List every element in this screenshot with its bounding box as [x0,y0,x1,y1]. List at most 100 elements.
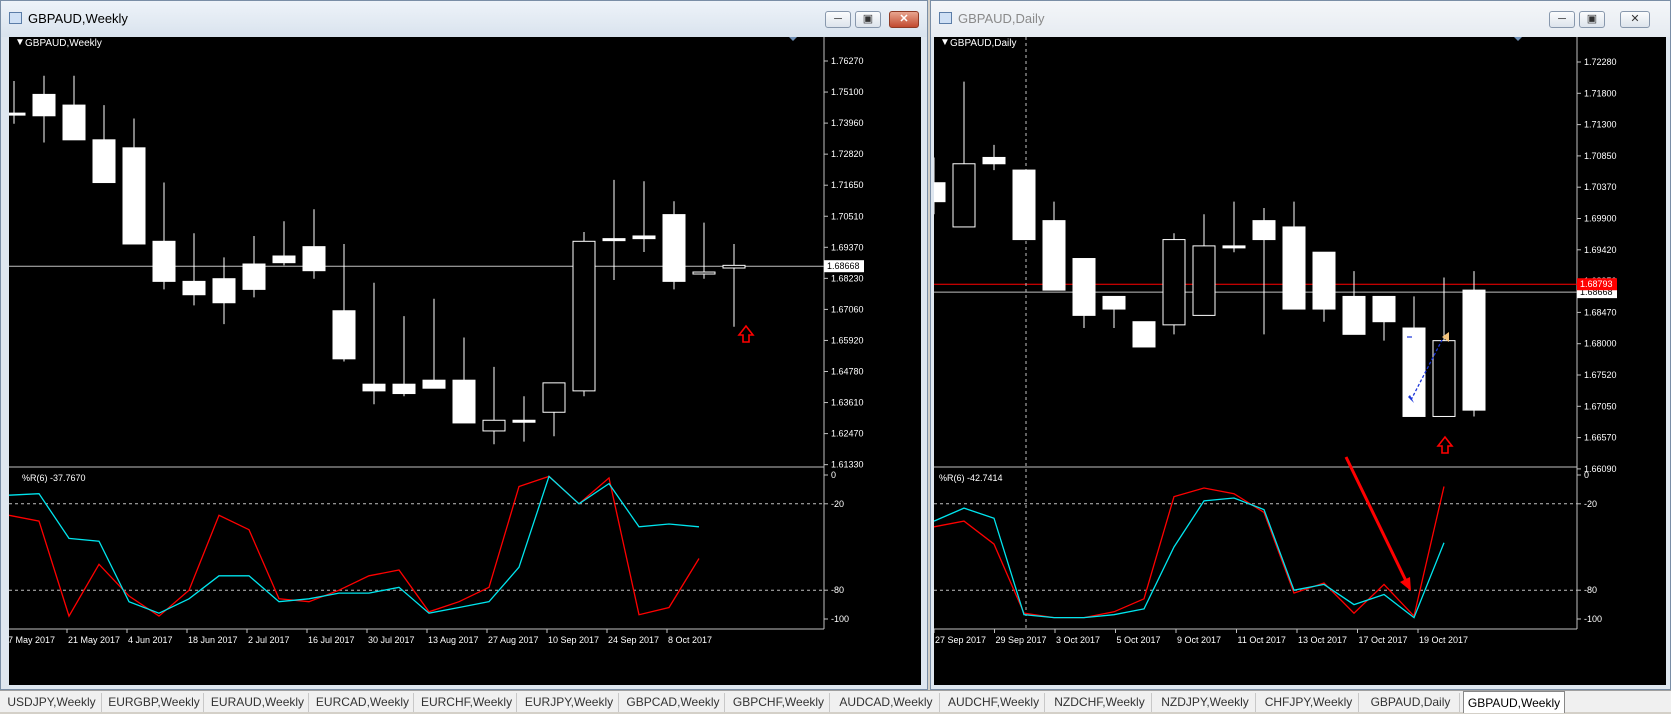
minimize-button[interactable]: ─ [825,11,851,28]
candle-body [1402,327,1426,417]
candle-body [482,419,506,432]
tab-eurchf-weekly[interactable]: EURCHF,Weekly [417,693,517,712]
candle-body [212,278,236,304]
wpr-level-label: -100 [1584,614,1602,624]
indicator-label: %R(6) -42.7414 [939,473,1003,483]
chart-window-icon [939,12,952,24]
tab-audcad-weekly[interactable]: AUDCAD,Weekly [833,693,940,712]
price-tick-label: 1.73960 [831,118,864,128]
chart-symbol-label: GBPAUD,Weekly [25,38,102,49]
candle-body [9,112,26,116]
annotation-arrow-line [1344,456,1410,586]
candle-body [1102,295,1126,310]
date-tick-label: 18 Jun 2017 [188,635,238,645]
date-tick-label: 3 Oct 2017 [1056,635,1100,645]
daily-chart-window[interactable]: GBPAUD,Daily ─ ▣ ✕ ▼ GBPAUD,Daily 1.7228… [930,0,1671,690]
candle-body [1372,295,1396,323]
price-tick-label: 1.67050 [1584,401,1617,411]
weekly-chart-svg: ▼ GBPAUD,Weekly 1.76270 1.75100 1.73960 1.7… [9,37,864,645]
price-tick-label: 1.68470 [1584,307,1617,317]
price-tick-label: 1.70850 [1584,151,1617,161]
tab-eurjpy-weekly[interactable]: EURJPY,Weekly [520,693,619,712]
chart-symbol-label: GBPAUD,Daily [950,38,1017,49]
candle-body [242,263,266,290]
candle-body [332,310,356,360]
price-tick-label: 1.70510 [831,211,864,221]
candle-body [92,139,116,184]
indicator-label: %R(6) -37.7670 [22,473,86,483]
candle-body [452,379,476,424]
window-titlebar[interactable]: GBPAUD,Daily ─ ▣ ✕ [931,1,1670,37]
candle-body [362,383,386,392]
tab-usdjpy-weekly[interactable]: USDJPY,Weekly [2,693,102,712]
chart-shift-marker-icon [789,37,797,41]
price-tick-label: 1.65920 [831,335,864,345]
chart-menu-arrow-icon[interactable]: ▼ [940,37,950,48]
chart-tab-bar: USDJPY,Weekly EURGBP,Weekly EURAUD,Weekly E… [0,690,1671,713]
tab-audchf-weekly[interactable]: AUDCHF,Weekly [943,693,1045,712]
candle-body [512,419,536,423]
price-tick-label: 1.61330 [831,460,864,470]
date-tick-label: 7 May 2017 [9,635,55,645]
price-tick-label: 1.71650 [831,180,864,190]
wpr-fast-line [934,486,1445,619]
daily-chart-area[interactable]: ▼ GBPAUD,Daily 1.72280 1.71800 1.71300 1.70… [934,37,1666,685]
date-tick-label: 27 Aug 2017 [488,635,539,645]
candle-body [272,255,296,264]
wpr-level-label: -100 [831,614,849,624]
candle-body [1072,258,1096,316]
tab-eurgbp-weekly[interactable]: EURGBP,Weekly [105,693,204,712]
close-button[interactable]: ✕ [889,11,919,28]
tab-euraud-weekly[interactable]: EURAUD,Weekly [207,693,309,712]
close-button[interactable]: ✕ [1620,11,1650,28]
price-tick-label: 1.76270 [831,56,864,66]
candle-body [1282,226,1306,310]
tab-eurcad-weekly[interactable]: EURCAD,Weekly [312,693,414,712]
price-tick-label: 1.67520 [1584,370,1617,380]
tab-gbpchf-weekly[interactable]: GBPCHF,Weekly [728,693,830,712]
weekly-chart-window[interactable]: GBPAUD,Weekly ─ ▣ ✕ ▼ GBPAUD,Weekly 1.76… [0,0,928,690]
maximize-button[interactable]: ▣ [855,11,881,28]
tab-nzdjpy-weekly[interactable]: NZDJPY,Weekly [1155,693,1256,712]
wpr-level-label: 0 [1584,470,1589,480]
price-tick-label: 1.64780 [831,367,864,377]
candle-body [1042,220,1066,291]
candle-body [32,93,56,117]
date-tick-label: 5 Oct 2017 [1117,635,1161,645]
candle-body [934,182,946,203]
price-tick-label: 1.75100 [831,87,864,97]
date-tick-label: 24 Sep 2017 [608,635,659,645]
price-tick-label: 1.67060 [831,304,864,314]
window-title: GBPAUD,Daily [958,11,1045,26]
tab-gbpcad-weekly[interactable]: GBPCAD,Weekly [622,693,725,712]
chart-window-icon [9,12,22,24]
tab-nzdchf-weekly[interactable]: NZDCHF,Weekly [1048,693,1152,712]
ask-price-label: 1.68793 [1580,279,1613,289]
date-tick-label: 9 Oct 2017 [1177,635,1221,645]
candle-body [632,235,656,240]
current-price-label: 1.68668 [827,261,860,271]
candle-body [1312,251,1336,310]
candle-body [1462,289,1486,411]
date-tick-label: 30 Jul 2017 [368,635,415,645]
candle-body [1192,245,1216,316]
weekly-chart-area[interactable]: ▼ GBPAUD,Weekly 1.76270 1.75100 1.73960 1.7… [9,37,921,685]
maximize-button[interactable]: ▣ [1579,11,1605,28]
price-tick-label: 1.69900 [1584,214,1617,224]
candle-body [182,280,206,296]
up-arrow-icon [737,324,755,343]
minimize-button[interactable]: ─ [1549,11,1575,28]
price-tick-label: 1.68230 [831,273,864,283]
window-titlebar[interactable]: GBPAUD,Weekly ─ ▣ ✕ [1,1,927,37]
candle-body [982,156,1006,165]
date-tick-label: 19 Oct 2017 [1419,635,1468,645]
price-tick-label: 1.68000 [1584,339,1617,349]
chart-shift-marker-icon [1514,37,1522,41]
tab-chfjpy-weekly[interactable]: CHFJPY,Weekly [1259,693,1359,712]
tab-gbpaud-daily[interactable]: GBPAUD,Daily [1362,693,1460,712]
candle-body [1252,220,1276,241]
candle-body [122,147,146,245]
tab-gbpaud-weekly[interactable]: GBPAUD,Weekly [1463,691,1565,713]
date-tick-label: 13 Aug 2017 [428,635,479,645]
chart-menu-arrow-icon[interactable]: ▼ [15,37,25,48]
